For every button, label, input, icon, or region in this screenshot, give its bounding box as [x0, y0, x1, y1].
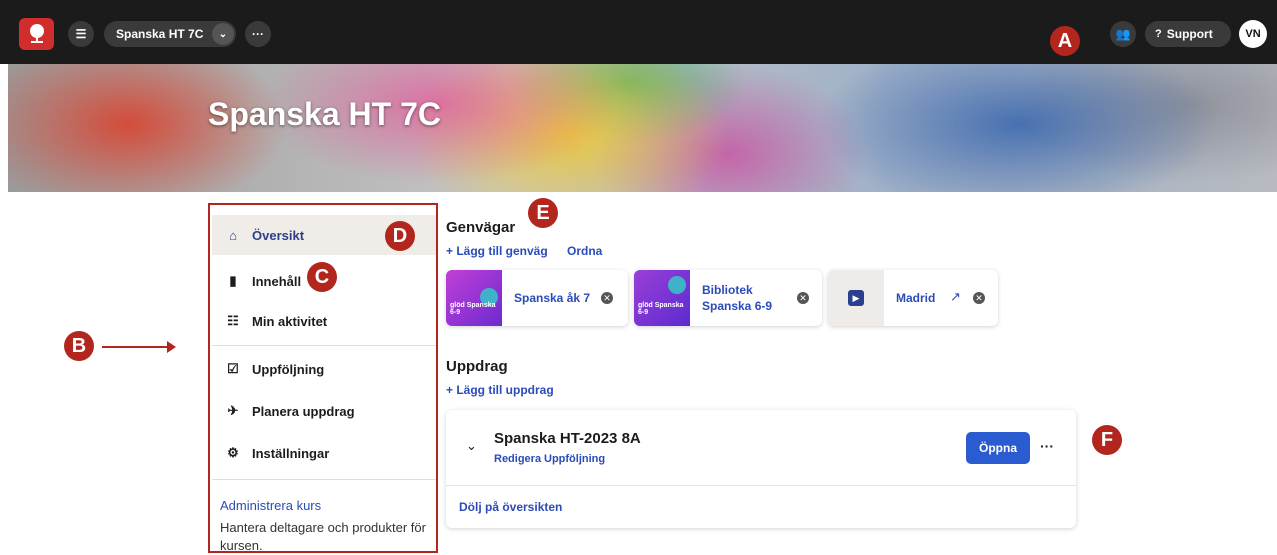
assignments-heading: Uppdrag [446, 358, 508, 375]
shortcut-card[interactable]: glöd Spanska 6-9 Spanska åk 7 ✕ [446, 270, 628, 326]
divider [212, 345, 436, 346]
checkbox-icon: ☑ [227, 361, 239, 376]
open-button[interactable]: Öppna [966, 432, 1030, 464]
remove-icon[interactable]: ✕ [601, 292, 613, 304]
sidebar-item-min-aktivitet[interactable]: ☷ Min aktivitet [212, 301, 436, 341]
marker-a: A [1050, 26, 1080, 56]
shortcut-card[interactable]: glöd Spanska 6-9 Bibliotek Spanska 6-9 ✕ [634, 270, 822, 326]
activity-icon: ☷ [227, 313, 239, 328]
assignment-card: ⌄ Spanska HT-2023 8A Redigera Uppföljnin… [446, 410, 1076, 528]
thumbnail-text: glöd Spanska 6-9 [450, 302, 496, 316]
plus-icon: + [446, 244, 457, 258]
shortcut-label: Spanska åk 7 [514, 291, 591, 305]
search-list-icon[interactable]: ☰ [68, 21, 94, 47]
more-icon[interactable]: ··· [1040, 438, 1054, 454]
sidebar-item-label: Inställningar [252, 445, 330, 461]
sidebar-item-label: Min aktivitet [252, 313, 328, 329]
chevron-down-icon[interactable]: ⌄ [466, 438, 477, 454]
add-assignment-link[interactable]: + Lägg till uppdrag [446, 383, 554, 397]
sidebar-item-installningar[interactable]: ⚙ Inställningar [212, 433, 436, 473]
marker-f: F [1092, 425, 1122, 455]
top-bar: ☰ Spanska HT 7C ⌄ ··· 👥 ? Support VN [0, 0, 1277, 64]
course-banner: Spanska HT 7C [8, 64, 1277, 192]
shortcut-label: Bibliotek Spanska 6-9 [702, 283, 773, 313]
more-icon[interactable]: ··· [245, 21, 271, 47]
chevron-down-icon[interactable]: ⌄ [212, 23, 234, 45]
support-button[interactable]: ? Support [1145, 21, 1231, 47]
sidebar-item-label: Uppföljning [252, 361, 325, 377]
sidebar-item-label: Innehåll [252, 273, 302, 289]
sidebar-item-label: Planera uppdrag [252, 403, 355, 419]
administrera-kurs-link[interactable]: Administrera kurs [220, 498, 321, 513]
marker-e: E [528, 198, 558, 228]
participants-icon[interactable]: 👥 [1110, 21, 1136, 47]
app-logo[interactable] [19, 18, 54, 50]
add-shortcut-label: Lägg till genväg [456, 244, 548, 258]
avatar[interactable]: VN [1239, 20, 1267, 48]
sidebar-item-label: Översikt [252, 227, 305, 243]
gear-icon: ⚙ [227, 445, 239, 460]
page-title: Spanska HT 7C [208, 96, 441, 132]
play-icon: ▶ [848, 290, 864, 306]
marker-b: B [64, 331, 94, 361]
sidebar-nav: ⌂ Översikt ▮ Innehåll ☷ Min aktivitet ☑ … [208, 203, 438, 553]
media-thumbnail: ▶ [828, 270, 884, 326]
marker-d: D [385, 221, 415, 251]
order-link[interactable]: Ordna [567, 244, 602, 258]
arrow-icon [102, 341, 176, 353]
support-label: Support [1166, 27, 1213, 41]
hide-on-overview-link[interactable]: Dölj på översikten [459, 500, 562, 514]
shortcut-card[interactable]: ▶ Madrid ↗ ✕ [828, 270, 998, 326]
remove-icon[interactable]: ✕ [797, 292, 809, 304]
home-icon: ⌂ [229, 227, 237, 243]
marker-c: C [307, 262, 337, 292]
product-thumbnail: glöd Spanska 6-9 [634, 270, 690, 326]
remove-icon[interactable]: ✕ [973, 292, 985, 304]
sidebar-item-planera-uppdrag[interactable]: ✈ Planera uppdrag [212, 391, 436, 431]
admin-description: Hantera deltagare och produkter för kurs… [220, 520, 426, 553]
course-selector-label: Spanska HT 7C [116, 27, 204, 41]
divider [446, 485, 1076, 486]
add-assignment-label: Lägg till uppdrag [456, 383, 554, 397]
shortcuts-heading: Genvägar [446, 219, 516, 236]
shortcut-label: Madrid [896, 291, 936, 305]
plane-icon: ✈ [227, 403, 239, 418]
course-selector[interactable]: Spanska HT 7C ⌄ [104, 21, 236, 47]
edit-link[interactable]: Redigera [494, 453, 541, 465]
add-shortcut-link[interactable]: + Lägg till genväg [446, 244, 548, 258]
help-icon: ? [1155, 28, 1162, 40]
book-icon: ▮ [229, 273, 237, 288]
sidebar-item-uppfoljning[interactable]: ☑ Uppföljning [212, 349, 436, 389]
external-link-icon: ↗ [950, 289, 961, 304]
product-thumbnail: glöd Spanska 6-9 [446, 270, 502, 326]
followup-link[interactable]: Uppföljning [544, 453, 605, 465]
thumbnail-text: glöd Spanska 6-9 [638, 302, 684, 316]
divider [212, 479, 436, 480]
assignment-title: Spanska HT-2023 8A [494, 430, 641, 447]
plus-icon: + [446, 383, 457, 397]
